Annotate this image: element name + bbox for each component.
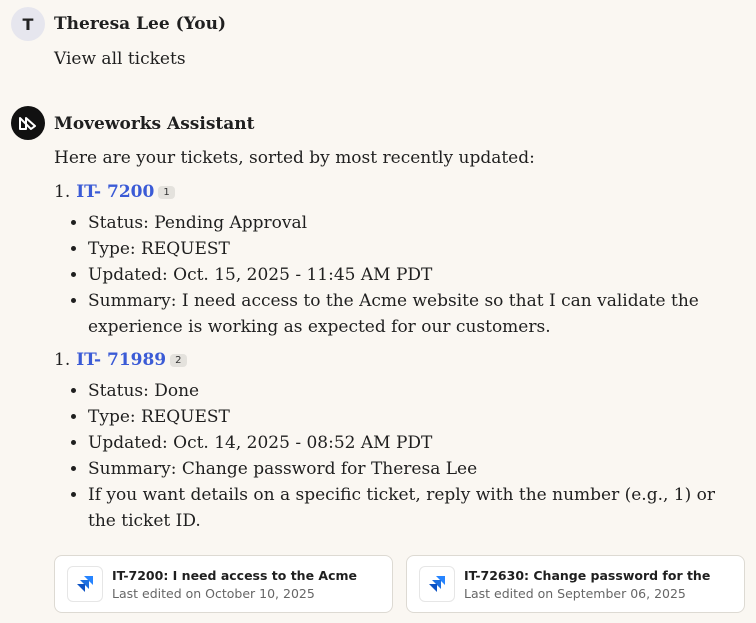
list-number: 1. xyxy=(54,182,71,202)
list-number: 1. xyxy=(54,350,71,370)
jira-icon xyxy=(67,566,103,602)
user-name: Theresa Lee (You) xyxy=(54,14,227,34)
card-title: IT-72630: Change password for the xyxy=(464,567,711,583)
ticket-status: Status: Done xyxy=(88,378,738,404)
assistant-intro: Here are your tickets, sorted by most re… xyxy=(54,148,535,168)
source-card[interactable]: IT-72630: Change password for the Last e… xyxy=(406,555,745,613)
help-note: If you want details on a specific ticket… xyxy=(88,482,738,534)
ticket-details: Status: Pending Approval Type: REQUEST U… xyxy=(70,210,738,340)
ticket-item: 1. IT- 71989 2 xyxy=(54,350,187,370)
ticket-link[interactable]: IT- 71989 xyxy=(76,350,166,370)
ticket-updated: Updated: Oct. 14, 2025 - 08:52 AM PDT xyxy=(88,430,738,456)
citation-badge[interactable]: 1 xyxy=(158,185,175,199)
citation-badge[interactable]: 2 xyxy=(170,353,187,367)
card-subtitle: Last edited on September 06, 2025 xyxy=(464,585,686,601)
ticket-type: Type: REQUEST xyxy=(88,404,738,430)
card-subtitle: Last edited on October 10, 2025 xyxy=(112,585,315,601)
ticket-summary: Summary: I need access to the Acme websi… xyxy=(88,288,738,340)
jira-icon xyxy=(419,566,455,602)
ticket-link[interactable]: IT- 7200 xyxy=(76,182,154,202)
ticket-type: Type: REQUEST xyxy=(88,236,738,262)
ticket-summary: Summary: Change password for Theresa Lee xyxy=(88,456,738,482)
moveworks-logo-icon xyxy=(11,106,45,140)
assistant-name: Moveworks Assistant xyxy=(54,114,255,134)
ticket-item: 1. IT- 7200 1 xyxy=(54,182,175,202)
ticket-details: Status: Done Type: REQUEST Updated: Oct.… xyxy=(70,378,738,534)
ticket-updated: Updated: Oct. 15, 2025 - 11:45 AM PDT xyxy=(88,262,738,288)
ticket-status: Status: Pending Approval xyxy=(88,210,738,236)
user-message: View all tickets xyxy=(54,49,186,69)
user-avatar: T xyxy=(11,7,45,41)
card-title: IT-7200: I need access to the Acme xyxy=(112,567,357,583)
source-card[interactable]: IT-7200: I need access to the Acme Last … xyxy=(54,555,393,613)
